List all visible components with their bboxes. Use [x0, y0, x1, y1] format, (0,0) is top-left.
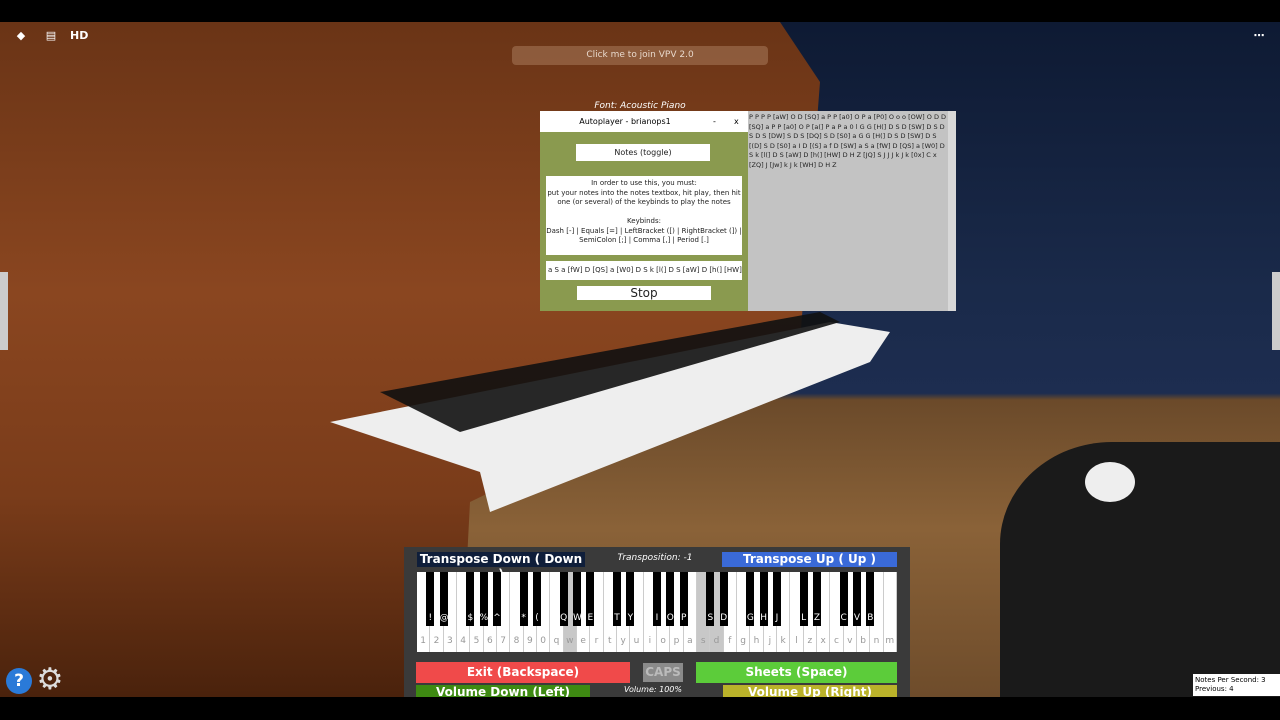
- black-key[interactable]: J: [773, 572, 781, 626]
- black-key[interactable]: B: [866, 572, 875, 626]
- notes-input[interactable]: a S a [fW] D [QS] a [W0] D S k [l(] D S …: [546, 261, 742, 280]
- black-key[interactable]: L: [799, 572, 808, 626]
- black-key[interactable]: D: [719, 572, 728, 626]
- instruction-line: Dash [-] | Equals [=] | LeftBracket ([) …: [546, 226, 742, 235]
- stop-button[interactable]: Stop: [577, 286, 711, 300]
- left-side-tab[interactable]: [0, 272, 8, 350]
- black-key[interactable]: ^: [493, 572, 501, 626]
- black-key[interactable]: H: [759, 572, 768, 626]
- hd-button[interactable]: HD: [70, 28, 88, 44]
- black-key[interactable]: Z: [813, 572, 821, 626]
- black-key[interactable]: Q: [559, 572, 568, 626]
- transpose-down-button[interactable]: Transpose Down ( Down ): [417, 552, 585, 581]
- right-side-tab[interactable]: [1272, 272, 1280, 350]
- instruction-line: [546, 208, 742, 218]
- help-icon[interactable]: ?: [6, 668, 32, 694]
- exit-button[interactable]: Exit (Backspace): [416, 662, 630, 683]
- volume-up-button[interactable]: Volume Up (Right): [723, 685, 897, 697]
- black-key[interactable]: %: [479, 572, 488, 626]
- notes-stats: Notes Per Second: 3 Previous: 4: [1193, 674, 1280, 696]
- black-key[interactable]: E: [586, 572, 595, 626]
- piano-keyboard: 1 2 3 4 5 6 7 8 9 0 q w e r t y u i o p a s d f g h j k l z x c v b n m! @ $%…: [417, 572, 897, 652]
- black-key[interactable]: *: [519, 572, 528, 626]
- white-key[interactable]: m: [883, 572, 897, 652]
- volume-label: Volume: 100%: [623, 685, 682, 694]
- instruction-line: In order to use this, you must:: [591, 179, 697, 187]
- scrollbar[interactable]: [948, 111, 956, 311]
- black-key[interactable]: I: [653, 572, 661, 626]
- instruction-line: one (or several) of the keybinds to play…: [557, 198, 731, 206]
- previous-count: Previous: 4: [1195, 685, 1234, 693]
- black-key[interactable]: S: [706, 572, 715, 626]
- transposition-label: Transposition: -1: [617, 553, 693, 563]
- chat-icon[interactable]: ▤: [42, 28, 60, 44]
- close-button[interactable]: x: [734, 111, 739, 132]
- join-vpv-button[interactable]: Click me to join VPV 2.0: [512, 46, 768, 65]
- volume-down-button[interactable]: Volume Down (Left): [416, 685, 590, 697]
- black-key[interactable]: (: [533, 572, 541, 626]
- notes-per-second: Notes Per Second: 3: [1195, 676, 1266, 684]
- sheet-text: P P P P [aW] O D [SQ] a P P [a0] O P a […: [749, 113, 947, 169]
- ellipsis-icon[interactable]: ⋯: [1250, 28, 1268, 44]
- avatar-hand: [1085, 462, 1135, 502]
- gear-icon[interactable]: ⚙: [34, 664, 66, 696]
- avatar: [1000, 442, 1280, 697]
- transpose-up-button[interactable]: Transpose Up ( Up ): [722, 552, 897, 567]
- caps-button[interactable]: CAPS: [643, 663, 683, 682]
- autoplayer-window: Autoplayer - brianops1 - x Notes (toggle…: [540, 111, 748, 311]
- black-key[interactable]: !: [426, 572, 435, 626]
- instructions-text: In order to use this, you must: put your …: [546, 176, 742, 255]
- black-key[interactable]: Y: [626, 572, 635, 626]
- black-key[interactable]: @: [439, 572, 449, 626]
- instruction-line: SemiColon [;] | Comma [,] | Period [.]: [579, 236, 709, 244]
- title-bar[interactable]: Autoplayer - brianops1 - x: [540, 111, 748, 132]
- roblox-logo-icon[interactable]: ◆: [12, 28, 30, 44]
- black-key[interactable]: P: [679, 572, 688, 626]
- notes-toggle-button[interactable]: Notes (toggle): [576, 144, 710, 161]
- instruction-line: Keybinds:: [627, 217, 661, 225]
- instruction-line: put your notes into the notes textbox, h…: [547, 188, 741, 197]
- sheets-button[interactable]: Sheets (Space): [696, 662, 897, 683]
- minimize-button[interactable]: -: [713, 111, 716, 132]
- black-key[interactable]: W: [573, 572, 582, 626]
- black-key[interactable]: C: [839, 572, 848, 626]
- font-label: Font: Acoustic Piano: [594, 101, 686, 111]
- black-key[interactable]: O: [666, 572, 675, 626]
- black-key[interactable]: $: [466, 572, 475, 626]
- black-key[interactable]: G: [746, 572, 755, 626]
- black-key[interactable]: T: [613, 572, 621, 626]
- window-title: Autoplayer - brianops1: [579, 117, 671, 126]
- sheet-notes-textbox[interactable]: P P P P [aW] O D [SQ] a P P [a0] O P a […: [748, 111, 956, 311]
- black-key[interactable]: V: [853, 572, 861, 626]
